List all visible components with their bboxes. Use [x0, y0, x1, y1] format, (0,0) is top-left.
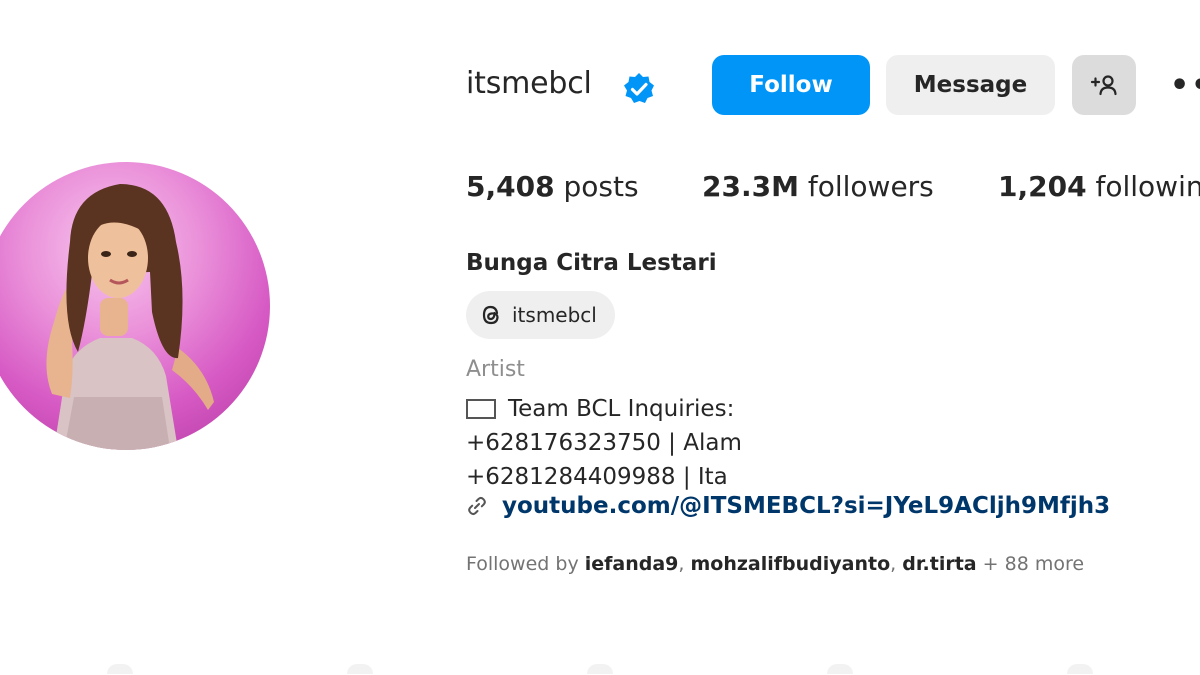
- profile-category: Artist: [466, 357, 525, 382]
- bio-line-text: Team BCL Inquiries:: [508, 396, 735, 422]
- bio-line-text: +6281284409988 | Ita: [466, 464, 728, 490]
- highlight-edge: [827, 664, 853, 674]
- profile-username: itsmebcl: [466, 66, 592, 101]
- highlight-edge: [1067, 664, 1093, 674]
- bio-line: +6281284409988 | Ita: [466, 460, 742, 494]
- threads-handle: itsmebcl: [512, 303, 597, 327]
- highlight-edge: [347, 664, 373, 674]
- threads-icon: [482, 305, 499, 325]
- suggested-accounts-button[interactable]: [1072, 55, 1136, 115]
- following-stat[interactable]: 1,204 following: [998, 170, 1200, 203]
- followed-by-prefix: Followed by: [466, 553, 579, 575]
- add-person-icon: [1090, 75, 1117, 96]
- avatar-portrait: [46, 184, 214, 450]
- followers-label: followers: [807, 170, 934, 203]
- following-count: 1,204: [998, 170, 1087, 203]
- highlights-strip-edge: [0, 664, 1200, 675]
- profile-full-name: Bunga Citra Lestari: [466, 250, 717, 276]
- followers-count: 23.3M: [702, 170, 799, 203]
- profile-info: itsmebcl Follow Message ••• 5,408 posts …: [466, 0, 1200, 675]
- more-options-icon[interactable]: •••: [1170, 68, 1200, 103]
- followed-by-user[interactable]: iefanda9: [585, 553, 679, 575]
- highlight-edge: [107, 664, 133, 674]
- followed-by[interactable]: Followed by iefanda9, mohzalifbudiyanto,…: [466, 553, 1084, 575]
- posts-count: 5,408: [466, 170, 555, 203]
- profile-bio: Team BCL Inquiries: +628176323750 | Alam…: [466, 392, 742, 494]
- posts-stat: 5,408 posts: [466, 170, 639, 203]
- mail-icon: [466, 399, 496, 419]
- posts-label: posts: [563, 170, 639, 203]
- follow-button[interactable]: Follow: [712, 55, 870, 115]
- link-icon: [468, 496, 486, 516]
- bio-line: Team BCL Inquiries:: [466, 392, 742, 426]
- bio-line: +628176323750 | Alam: [466, 426, 742, 460]
- followed-by-user[interactable]: mohzalifbudiyanto: [691, 553, 891, 575]
- followers-stat[interactable]: 23.3M followers: [702, 170, 934, 203]
- verified-badge-icon: [624, 73, 654, 103]
- profile-external-link[interactable]: youtube.com/@ITSMEBCL?si=JYeL9ACljh9Mfjh…: [466, 493, 1110, 519]
- followed-by-more: + 88 more: [982, 553, 1085, 575]
- profile-avatar[interactable]: [0, 162, 270, 450]
- link-text: youtube.com/@ITSMEBCL?si=JYeL9ACljh9Mfjh…: [502, 493, 1111, 519]
- threads-link-button[interactable]: itsmebcl: [466, 291, 615, 339]
- message-button[interactable]: Message: [886, 55, 1055, 115]
- followed-by-user[interactable]: dr.tirta: [902, 553, 976, 575]
- following-label: following: [1095, 170, 1200, 203]
- bio-line-text: +628176323750 | Alam: [466, 430, 742, 456]
- highlight-edge: [587, 664, 613, 674]
